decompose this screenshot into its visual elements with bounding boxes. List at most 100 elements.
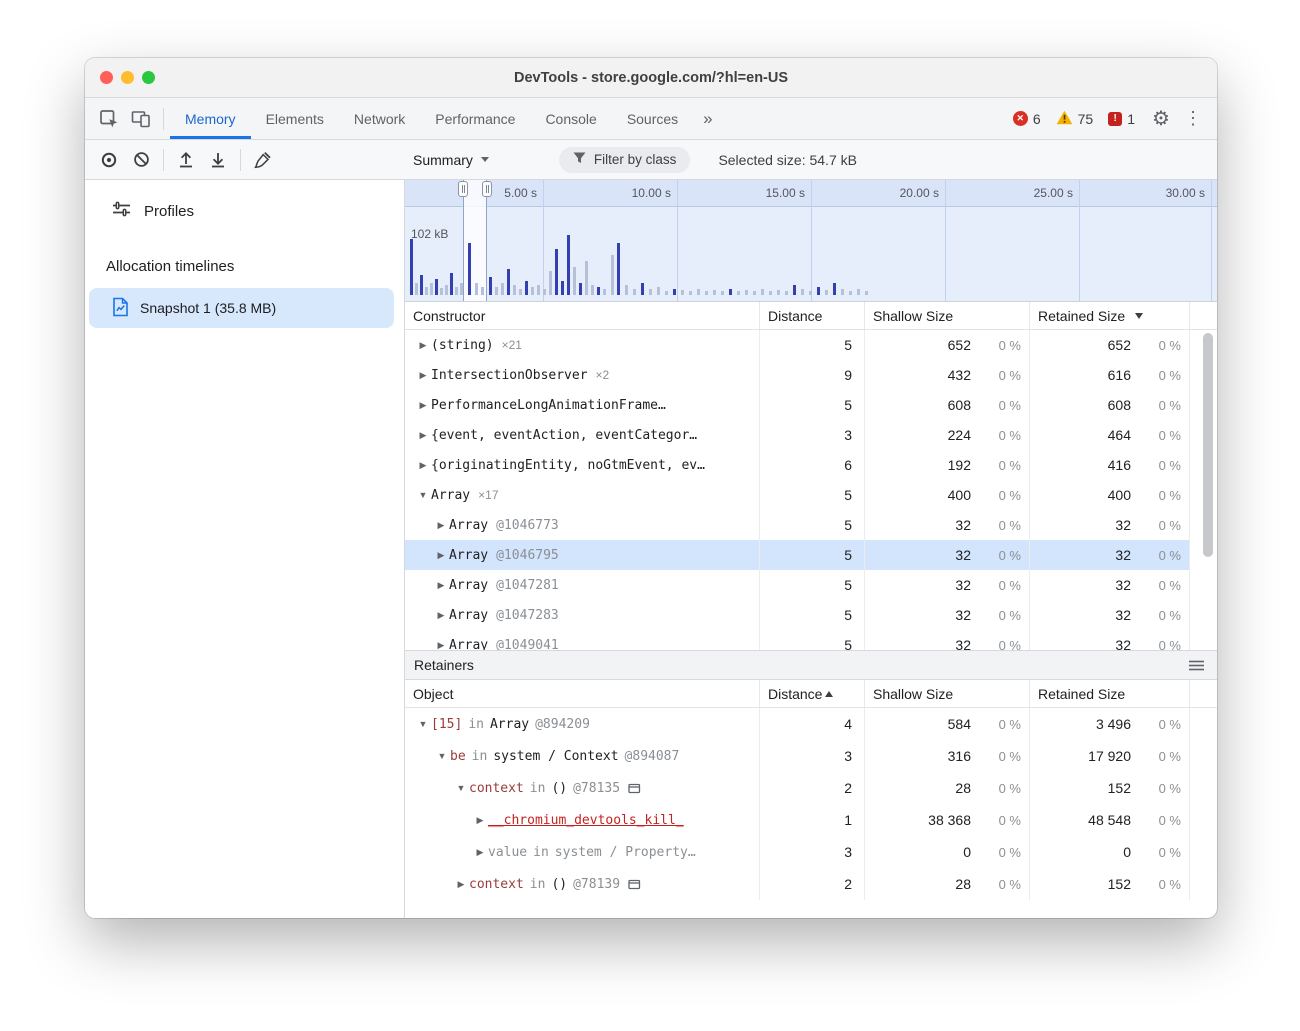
constructor-row[interactable]: ▶Array@10490415320 %320 % [405,630,1217,650]
record-icon[interactable] [93,144,125,176]
more-tabs-chevron[interactable]: » [693,109,722,129]
allocation-bar [415,283,418,295]
object-column-header[interactable]: Object [405,680,760,707]
allocation-bar [697,289,700,295]
disclosure-triangle[interactable]: ▶ [433,550,449,561]
retainer-row[interactable]: ▶valueinsystem / Property…300 %00 % [405,836,1217,868]
perspective-select[interactable]: Summary [405,152,497,168]
error-badge[interactable]: ✕ 6 [1013,111,1041,127]
disclosure-triangle[interactable]: ▶ [472,815,488,826]
tab-elements[interactable]: Elements [251,98,339,139]
disclosure-triangle[interactable]: ▶ [415,370,431,381]
percent: 0 % [979,845,1029,860]
tab-memory[interactable]: Memory [170,98,251,139]
minimize-button[interactable] [121,71,134,84]
tab-sources[interactable]: Sources [612,98,693,139]
filter-by-class-button[interactable]: Filter by class [559,147,691,173]
tab-console[interactable]: Console [530,98,611,139]
allocation-bar [713,290,716,295]
constructor-row[interactable]: ▶IntersectionObserver×294320 %6160 % [405,360,1217,390]
tab-performance[interactable]: Performance [420,98,530,139]
issues-badge[interactable]: ! 1 [1108,111,1135,127]
disclosure-triangle[interactable]: ▶ [415,400,431,411]
reveal-icon[interactable] [628,783,641,794]
disclosure-triangle[interactable]: ▼ [415,490,431,500]
constructor-row[interactable]: ▶{event, eventAction, eventCategor…32240… [405,420,1217,450]
constructor-row[interactable]: ▶{originatingEntity, noGtmEvent, ev…6192… [405,450,1217,480]
retainer-row[interactable]: ▼[15]inArray@89420945840 %3 4960 % [405,708,1217,740]
retainer-row[interactable]: ▼contextin()@781352280 %1520 % [405,772,1217,804]
selection-right-handle[interactable] [482,181,492,197]
load-profile-icon[interactable] [170,144,202,176]
retainers-shallow-column-header[interactable]: Shallow Size [865,680,1030,707]
disclosure-triangle[interactable]: ▼ [434,751,450,761]
retained-size-cell: 17 9200 % [1030,740,1190,772]
distance-column-header[interactable]: Distance [760,302,865,329]
timeline-gridline [945,180,946,301]
disclosure-triangle[interactable]: ▶ [415,340,431,351]
constructor-row[interactable]: ▼Array×1754000 %4000 % [405,480,1217,510]
disclosure-triangle[interactable]: ▶ [415,460,431,471]
retained-size-cell: 6160 % [1030,360,1190,390]
constructor-row[interactable]: ▶(string)×2156520 %6520 % [405,330,1217,360]
value: 432 [865,367,979,383]
disclosure-triangle[interactable]: ▶ [433,520,449,531]
allocation-bar [543,289,546,295]
shallow-size-column-header[interactable]: Shallow Size [865,302,1030,329]
collect-garbage-icon[interactable] [247,144,279,176]
distance-cell: 5 [760,570,865,600]
instance-count: ×17 [478,488,498,502]
allocation-bar [681,290,684,295]
disclosure-triangle[interactable]: ▼ [415,719,431,729]
retainers-retained-column-header[interactable]: Retained Size [1030,680,1190,707]
retainer-row[interactable]: ▶__chromium_devtools_kill_138 3680 %48 5… [405,804,1217,836]
constructor-row[interactable]: ▶Array@10472835320 %320 % [405,600,1217,630]
allocation-bar [481,287,484,295]
disclosure-triangle[interactable]: ▶ [433,640,449,651]
row-gutter [1190,708,1217,740]
retainers-retained-header-label: Retained Size [1038,686,1125,702]
clear-icon[interactable] [125,144,157,176]
disclosure-triangle[interactable]: ▶ [415,430,431,441]
allocation-bar [561,281,564,295]
allocation-timeline[interactable]: 102 kB 5.00 s10.00 s15.00 s20.00 s25.00 … [405,180,1217,302]
divider [163,149,164,171]
constructor-name: PerformanceLongAnimationFrame… [431,398,666,413]
retainer-row[interactable]: ▶contextin()@781392280 %1520 % [405,868,1217,900]
scrollbar-thumb[interactable] [1203,333,1213,557]
allocation-bar [777,290,780,295]
reveal-icon[interactable] [628,879,641,890]
snapshot-item[interactable]: Snapshot 1 (35.8 MB) [89,288,394,328]
constructor-column-header[interactable]: Constructor [405,302,760,329]
inspect-icon[interactable] [93,103,125,135]
selection-left-handle[interactable] [458,181,468,197]
close-button[interactable] [100,71,113,84]
retainer-row[interactable]: ▼beinsystem / Context@89408733160 %17 92… [405,740,1217,772]
shallow-size-cell: 320 % [865,630,1030,650]
warning-badge[interactable]: 75 [1056,110,1094,128]
disclosure-triangle[interactable]: ▶ [433,580,449,591]
value: 616 [1030,367,1139,383]
constructor-row[interactable]: ▶Array@10467735320 %320 % [405,510,1217,540]
hamburger-menu-icon[interactable] [1189,660,1204,671]
disclosure-triangle[interactable]: ▶ [472,847,488,858]
constructor-row[interactable]: ▶PerformanceLongAnimationFrame…56080 %60… [405,390,1217,420]
device-toolbar-icon[interactable] [125,103,157,135]
shallow-size-cell: 4000 % [865,480,1030,510]
constructor-row[interactable]: ▶Array@10467955320 %320 % [405,540,1217,570]
retained-size-column-header[interactable]: Retained Size [1030,302,1190,329]
retainers-distance-column-header[interactable]: Distance [760,680,865,707]
value: 0 [865,844,979,860]
kebab-menu-icon[interactable]: ⋮ [1177,103,1209,135]
constructor-row[interactable]: ▶Array@10472815320 %320 % [405,570,1217,600]
zoom-button[interactable] [142,71,155,84]
timeline-time-label: 30.00 s [1166,186,1211,200]
disclosure-triangle[interactable]: ▶ [433,610,449,621]
settings-gear-icon[interactable]: ⚙ [1145,103,1177,135]
tab-network[interactable]: Network [339,98,420,139]
issues-icon: ! [1108,112,1122,126]
disclosure-triangle[interactable]: ▼ [453,783,469,793]
disclosure-triangle[interactable]: ▶ [453,879,469,890]
timeline-gridline [811,180,812,301]
save-profile-icon[interactable] [202,144,234,176]
